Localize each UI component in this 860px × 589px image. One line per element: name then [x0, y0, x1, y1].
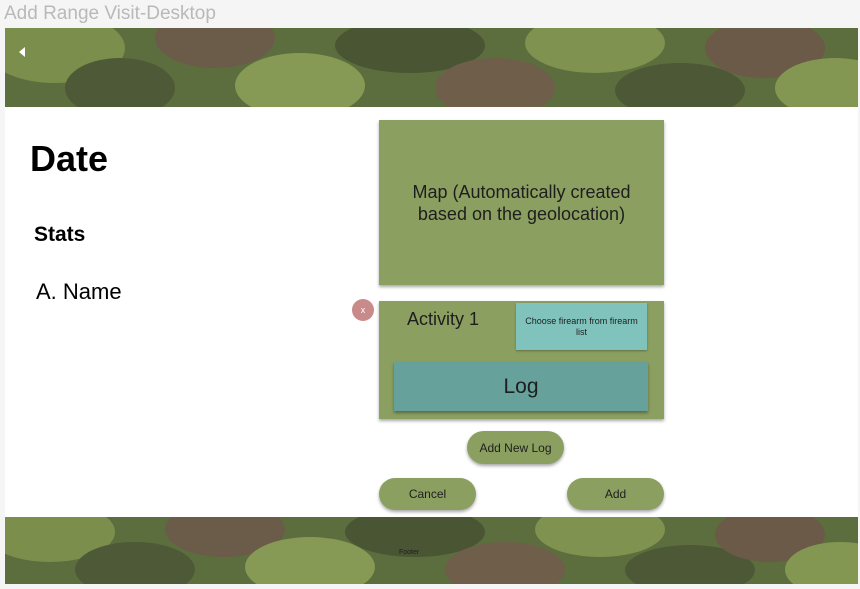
add-new-log-button[interactable]: Add New Log	[467, 431, 564, 464]
activity-title: Activity 1	[407, 309, 480, 329]
back-arrow-icon[interactable]	[14, 44, 30, 60]
name-label: A. Name	[36, 279, 122, 304]
window-title: Add Range Visit-Desktop	[4, 3, 216, 24]
date-title: Date	[30, 138, 109, 179]
app-frame: Date Stats A. Name Map (Automatically cr…	[5, 28, 858, 584]
activity-card: Activity 1 Choose firearm from firearm l…	[379, 301, 664, 419]
log-button[interactable]: Log	[394, 362, 648, 411]
map-text: Map (Automatically created based on the …	[412, 181, 631, 224]
choose-firearm-button[interactable]: Choose firearm from firearm list	[516, 303, 647, 350]
map-placeholder: Map (Automatically created based on the …	[379, 120, 664, 285]
cancel-button[interactable]: Cancel	[379, 478, 476, 510]
add-button[interactable]: Add	[567, 478, 664, 510]
footer-text: Footer	[399, 549, 420, 556]
stats-label: Stats	[34, 223, 86, 246]
remove-activity-button[interactable]: x	[352, 299, 374, 321]
footer-banner: Footer	[5, 517, 858, 584]
header-banner	[5, 28, 858, 107]
